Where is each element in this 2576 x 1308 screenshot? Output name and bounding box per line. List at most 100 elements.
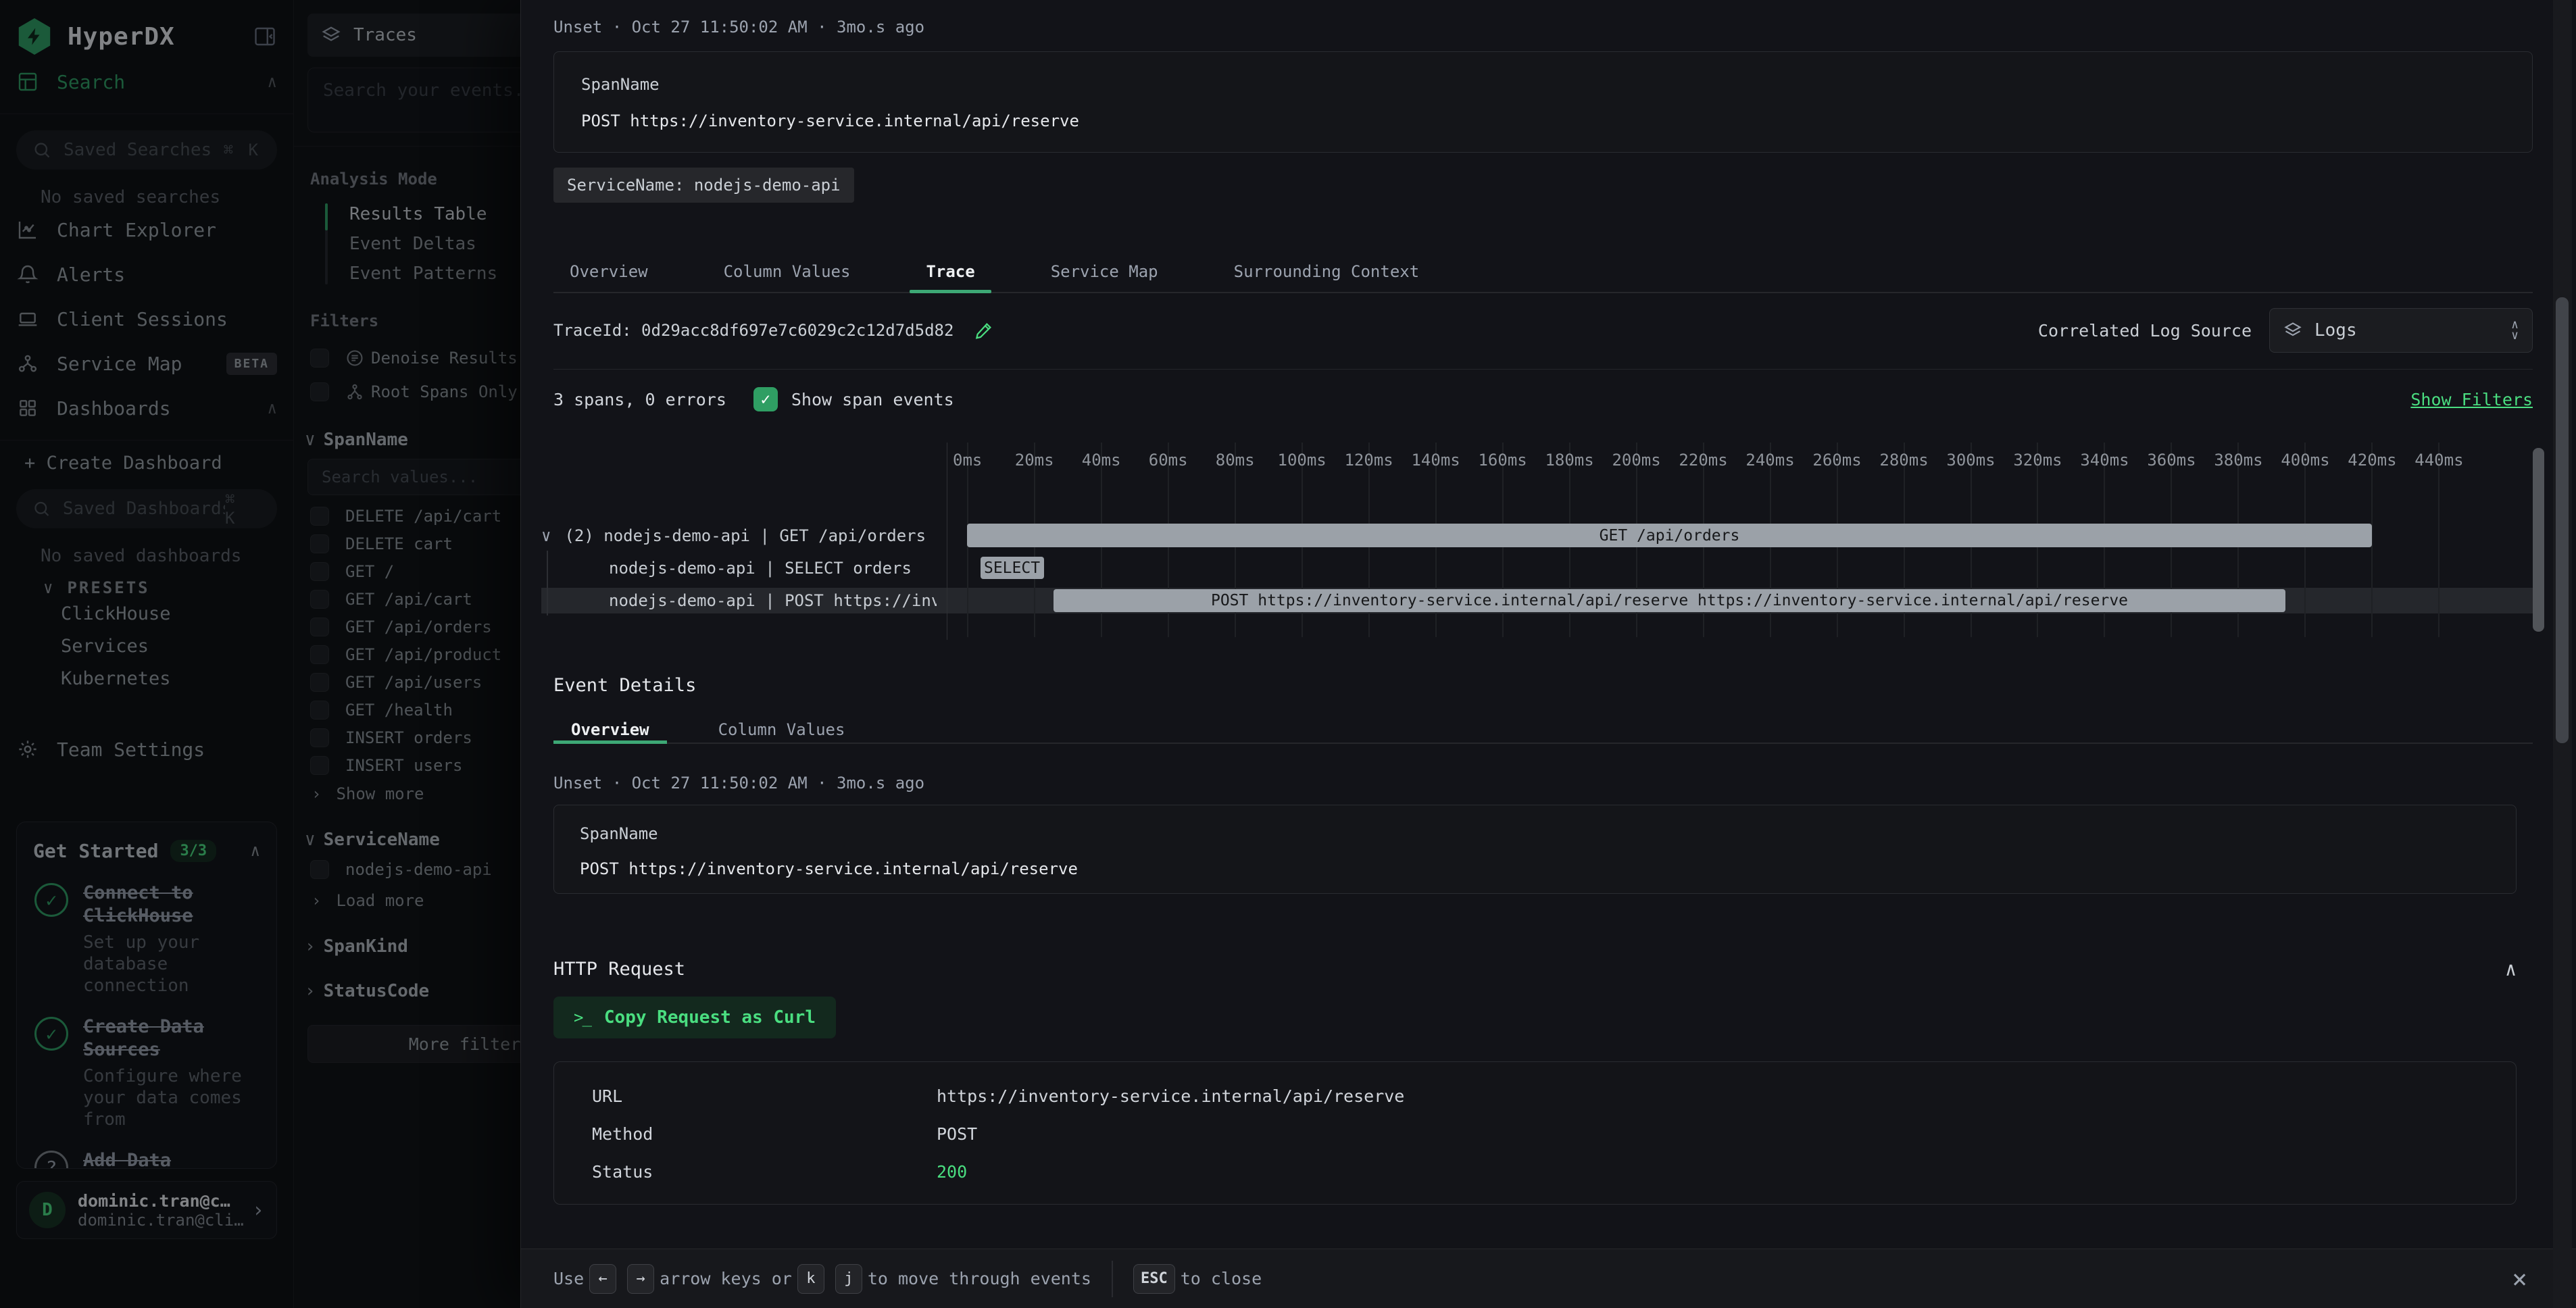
correlated-log-source-select[interactable]: Logs ∧∨	[2269, 308, 2533, 353]
show-span-events-label[interactable]: Show span events	[791, 390, 954, 409]
timeline-tick: 400ms	[2281, 451, 2329, 470]
span-name-value: POST https://inventory-service.internal/…	[581, 111, 2505, 130]
span-name-label: SpanName	[580, 824, 2490, 843]
span-name-value: POST https://inventory-service.internal/…	[580, 859, 2490, 878]
trace-id-row: TraceId: 0d29acc8df697e7c6029c2c12d7d5d8…	[553, 308, 2533, 353]
event-details-tabs: Overview Column Values	[553, 717, 2533, 744]
timeline-tick: 100ms	[1278, 451, 1327, 470]
trace-id: TraceId: 0d29acc8df697e7c6029c2c12d7d5d8…	[553, 321, 953, 340]
timeline-tick: 240ms	[1745, 451, 1794, 470]
span-bar[interactable]: GET /api/orders	[967, 524, 2373, 547]
timeline-tick: 420ms	[2348, 451, 2396, 470]
span-label-text: (2) nodejs-demo-api | GET /api/orders	[564, 526, 926, 545]
tab-ed-column-values[interactable]: Column Values	[701, 717, 863, 743]
timeline-tick: 300ms	[1946, 451, 1995, 470]
span-row-get-api-orders[interactable]: ∨ (2) nodejs-demo-api | GET /api/orders …	[541, 522, 2533, 549]
span-bar-label: GET /api/orders	[1600, 527, 1740, 545]
status-value: 200	[937, 1162, 967, 1182]
row-value: https://inventory-service.internal/api/r…	[937, 1086, 1404, 1106]
modal-backdrop[interactable]	[0, 0, 520, 1308]
tab-surrounding-context[interactable]: Surrounding Context	[1218, 251, 1436, 292]
timeline-tick: 220ms	[1679, 451, 1727, 470]
tab-column-values[interactable]: Column Values	[708, 251, 867, 292]
timeline-tick: 440ms	[2414, 451, 2463, 470]
span-label[interactable]: nodejs-demo-api | SELECT orders	[541, 555, 937, 580]
timeline-tick: 0ms	[953, 451, 982, 470]
span-row-select-orders[interactable]: nodejs-demo-api | SELECT orders SELECT	[541, 555, 2533, 580]
timeline-tick: 200ms	[1612, 451, 1660, 470]
timeline-tick: 140ms	[1411, 451, 1460, 470]
event-meta: Unset · Oct 27 11:50:02 AM · 3mo.s ago	[553, 18, 2533, 38]
keyboard-hints-bar: Use ← → arrow keys or k j to move throug…	[521, 1249, 2576, 1308]
correlated-log-source-label: Correlated Log Source	[2038, 321, 2252, 341]
spans-summary-row: 3 spans, 0 errors ✓ Show span events Sho…	[553, 384, 2533, 414]
correlated-log-source-value: Logs	[2314, 320, 2357, 341]
panel-tabs: Overview Column Values Trace Service Map…	[553, 251, 2533, 293]
table-row: Status 200	[554, 1153, 2516, 1190]
table-row: URL https://inventory-service.internal/a…	[554, 1077, 2516, 1115]
timeline-tick: 80ms	[1216, 451, 1255, 470]
http-request-table: URL https://inventory-service.internal/a…	[553, 1061, 2517, 1205]
terminal-icon: >_	[574, 1008, 591, 1027]
copy-request-as-curl-button[interactable]: >_ Copy Request as Curl	[553, 997, 836, 1038]
modal-scrollbar[interactable]	[2553, 0, 2572, 1308]
scrollbar-thumb[interactable]	[2556, 297, 2569, 743]
span-label[interactable]: ∨ (2) nodejs-demo-api | GET /api/orders	[541, 522, 937, 549]
span-name-label: SpanName	[581, 75, 2505, 94]
divider	[553, 369, 2533, 370]
event-details-title: Event Details	[553, 675, 2533, 698]
timeline-tick: 280ms	[1879, 451, 1928, 470]
http-request-title: HTTP Request	[553, 959, 685, 980]
timeline-tick: 120ms	[1344, 451, 1393, 470]
edit-pencil-icon[interactable]	[974, 320, 994, 341]
waterfall-scrollbar[interactable]	[2533, 448, 2544, 632]
row-key: Method	[592, 1124, 937, 1144]
service-name-tag[interactable]: ServiceName: nodejs-demo-api	[553, 168, 854, 203]
timeline-tick: 340ms	[2080, 451, 2129, 470]
tab-trace[interactable]: Trace	[910, 251, 991, 292]
timeline-tick: 20ms	[1015, 451, 1054, 470]
span-label-text: nodejs-demo-api | POST https://invento	[609, 591, 937, 610]
arrow-right-key[interactable]: →	[627, 1264, 654, 1294]
span-row-post-reserve[interactable]: nodejs-demo-api | POST https://invento P…	[541, 588, 2533, 613]
tab-service-map[interactable]: Service Map	[1035, 251, 1174, 292]
spans-summary: 3 spans, 0 errors	[553, 390, 726, 409]
arrow-left-key[interactable]: ←	[589, 1264, 616, 1294]
hint-text: to close	[1181, 1269, 1262, 1288]
esc-key[interactable]: ESC	[1133, 1264, 1175, 1294]
span-bar[interactable]: POST https://inventory-service.internal/…	[1054, 589, 2285, 612]
hyperdx-app: HyperDX Search ∧ Saved Searches ⌘ K No s…	[0, 0, 2576, 1308]
span-name-box: SpanName POST https://inventory-service.…	[553, 805, 2517, 894]
span-label-text: nodejs-demo-api | SELECT orders	[609, 559, 912, 578]
span-bar[interactable]: SELECT	[981, 557, 1044, 579]
http-request-header[interactable]: HTTP Request ∧	[553, 957, 2517, 980]
hint-text: Use	[553, 1269, 584, 1288]
timeline-tick: 380ms	[2214, 451, 2262, 470]
timeline-tick: 160ms	[1478, 451, 1527, 470]
tab-overview[interactable]: Overview	[553, 251, 664, 292]
chevron-down-icon[interactable]: ∨	[541, 526, 551, 545]
close-icon[interactable]: ×	[2512, 1249, 2527, 1308]
copy-button-label: Copy Request as Curl	[604, 1007, 816, 1028]
span-name-box: SpanName POST https://inventory-service.…	[553, 51, 2533, 153]
table-row: Method POST	[554, 1115, 2516, 1153]
trace-waterfall: 0ms20ms40ms60ms80ms100ms120ms140ms160ms1…	[541, 443, 2533, 640]
row-key: URL	[592, 1086, 937, 1106]
timeline-tick: 180ms	[1545, 451, 1593, 470]
show-filters-link[interactable]: Show Filters	[2410, 390, 2533, 409]
hint-text: to move through events	[868, 1269, 1091, 1288]
trace-details-panel: Unset · Oct 27 11:50:02 AM · 3mo.s ago S…	[520, 0, 2576, 1308]
j-key[interactable]: j	[835, 1264, 862, 1294]
timeline-tick: 360ms	[2147, 451, 2196, 470]
tab-ed-overview[interactable]: Overview	[553, 717, 667, 743]
k-key[interactable]: k	[797, 1264, 824, 1294]
checkbox-checked[interactable]: ✓	[753, 387, 778, 411]
event-meta: Unset · Oct 27 11:50:02 AM · 3mo.s ago	[553, 774, 2533, 794]
span-label[interactable]: nodejs-demo-api | POST https://invento	[541, 588, 937, 613]
timeline-tick: 320ms	[2013, 451, 2062, 470]
chevron-up-icon[interactable]: ∧	[2505, 958, 2517, 980]
timeline-tick: 260ms	[1812, 451, 1861, 470]
layers-icon	[2283, 321, 2302, 340]
span-bar-label: POST https://inventory-service.internal/…	[1211, 592, 2128, 609]
row-key: Status	[592, 1162, 937, 1182]
